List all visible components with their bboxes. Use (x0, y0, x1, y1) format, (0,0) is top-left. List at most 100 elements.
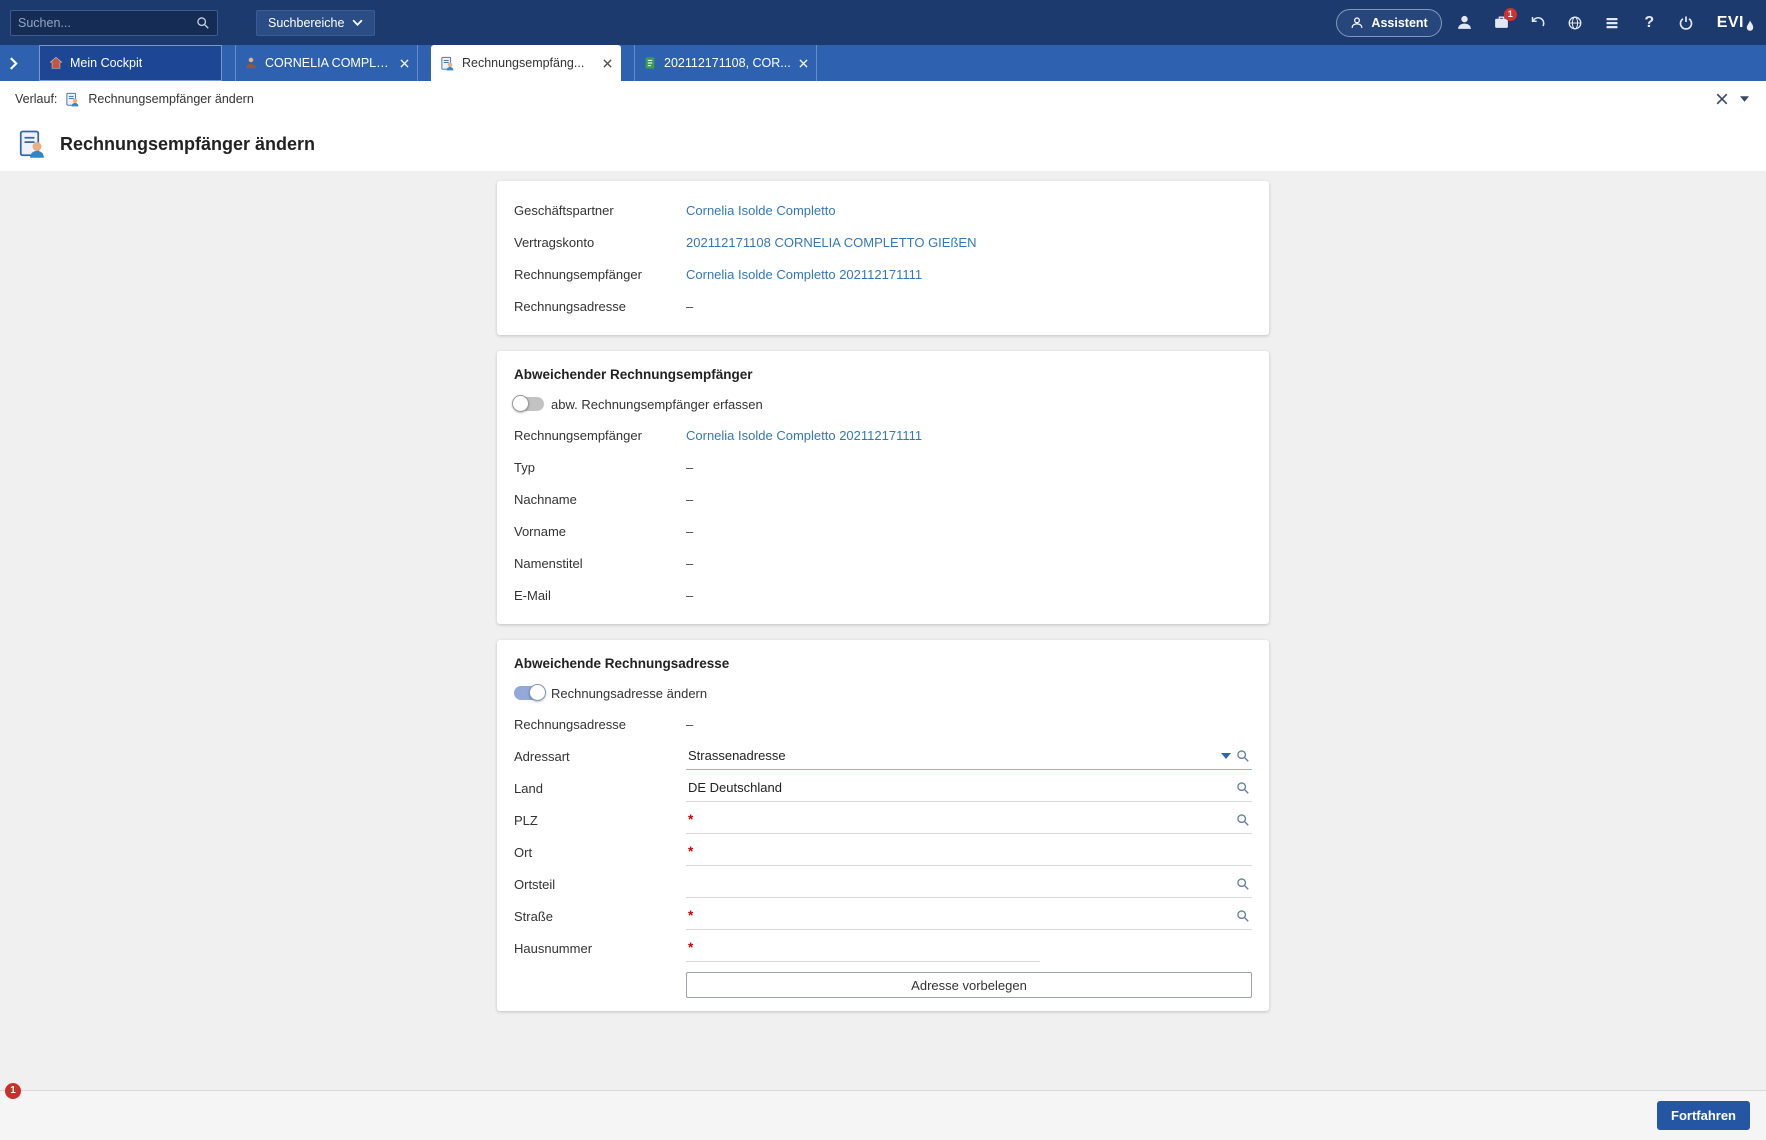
ort-field[interactable]: * (686, 839, 1252, 866)
close-tab-icon[interactable] (799, 59, 808, 68)
topbar: Suchbereiche Assistent 1 ? EVI (0, 0, 1766, 45)
business-partner-link[interactable]: Cornelia Isolde Completto (686, 203, 836, 218)
adresse-vorbelegen-button[interactable]: Adresse vorbelegen (686, 972, 1252, 998)
form-row: Rechnungsadresse – (514, 708, 1252, 740)
assistant-button[interactable]: Assistent (1336, 9, 1441, 37)
field-label: Ortsteil (514, 877, 686, 892)
notification-badge[interactable]: 1 (5, 1083, 21, 1099)
value-help-icon[interactable] (1236, 813, 1250, 827)
field-value: – (686, 556, 693, 571)
hausnummer-field[interactable]: * (686, 935, 1040, 962)
strasse-input[interactable] (698, 908, 1231, 923)
field-value: – (686, 460, 693, 475)
field-label: PLZ (514, 813, 686, 828)
search-icon[interactable] (196, 16, 210, 30)
field-label: Geschäftspartner (514, 203, 686, 218)
help-glyph: ? (1644, 14, 1654, 32)
value-help-icon[interactable] (1236, 749, 1250, 763)
address-card: Abweichende Rechnungsadresse Rechnungsad… (497, 640, 1269, 1011)
business-partner-icon (244, 56, 258, 70)
form-row: E-Mail – (514, 579, 1252, 611)
page-title: Rechnungsempfänger ändern (60, 134, 315, 155)
form-row: Adressart (514, 740, 1252, 772)
toggle-label: Rechnungsadresse ändern (551, 686, 707, 701)
overview-card: Geschäftspartner Cornelia Isolde Complet… (497, 181, 1269, 335)
plz-input[interactable] (698, 812, 1231, 827)
field-label: Land (514, 781, 686, 796)
ort-input[interactable] (698, 844, 1250, 859)
undo-icon[interactable] (1524, 8, 1553, 38)
required-asterisk: * (688, 941, 693, 955)
tab-label: CORNELIA COMPLET... (265, 56, 393, 70)
toggle-knob (529, 684, 546, 701)
invoice-recipient-link[interactable]: Cornelia Isolde Completto 202112171111 (686, 428, 922, 443)
land-input[interactable] (688, 780, 1231, 795)
brand-text: EVI (1717, 14, 1744, 32)
help-icon[interactable]: ? (1635, 8, 1664, 38)
form-row: Geschäftspartner Cornelia Isolde Complet… (514, 194, 1252, 226)
chevron-down-icon[interactable] (1738, 94, 1751, 104)
contract-account-icon (643, 56, 657, 70)
tab-label: 202112171108, COR... (664, 56, 791, 70)
search-areas-button[interactable]: Suchbereiche (256, 10, 375, 36)
invoice-recipient-link[interactable]: Cornelia Isolde Completto 202112171111 (686, 267, 922, 282)
toggle-knob (512, 395, 529, 412)
field-label: Straße (514, 909, 686, 924)
value-help-icon[interactable] (1236, 877, 1250, 891)
recipient-card: Abweichender Rechnungsempfänger abw. Rec… (497, 351, 1269, 624)
required-asterisk: * (688, 845, 693, 859)
form-row: Adresse vorbelegen (514, 964, 1252, 998)
adressart-field[interactable] (686, 743, 1252, 770)
card-heading: Abweichende Rechnungsadresse (514, 653, 1252, 678)
tab-vertragskonto[interactable]: 202112171108, COR... (634, 45, 817, 81)
close-tab-icon[interactable] (400, 59, 409, 68)
form-row: Vorname – (514, 515, 1252, 547)
fortfahren-button[interactable]: Fortfahren (1657, 1101, 1750, 1130)
expand-tabs-chevron-icon[interactable] (0, 45, 26, 81)
toggle-abw-rechnungsempfaenger[interactable] (514, 397, 544, 411)
value-help-icon[interactable] (1236, 781, 1250, 795)
ortsteil-field[interactable] (686, 871, 1252, 898)
global-search-box[interactable] (10, 10, 218, 36)
invoice-recipient-icon (65, 92, 80, 107)
dropdown-arrow-icon[interactable] (1221, 753, 1231, 759)
toggle-row: abw. Rechnungsempfänger erfassen (514, 389, 1252, 419)
hausnummer-input[interactable] (698, 940, 1038, 955)
toggle-row: Rechnungsadresse ändern (514, 678, 1252, 708)
form-row: Ortsteil (514, 868, 1252, 900)
form-row: Ort * (514, 836, 1252, 868)
card-heading: Abweichender Rechnungsempfänger (514, 364, 1252, 389)
form-row: Typ – (514, 451, 1252, 483)
list-icon[interactable] (1598, 8, 1627, 38)
briefcase-icon[interactable]: 1 (1487, 8, 1516, 38)
tab-mein-cockpit[interactable]: Mein Cockpit (39, 45, 222, 81)
plz-field[interactable]: * (686, 807, 1252, 834)
field-label: Nachname (514, 492, 686, 507)
ortsteil-input[interactable] (688, 876, 1231, 891)
tab-bar: Mein Cockpit CORNELIA COMPLET... Rechnun… (0, 45, 1766, 81)
close-tab-icon[interactable] (603, 59, 612, 68)
toggle-rechnungsadresse-aendern[interactable] (514, 686, 544, 700)
power-icon[interactable] (1672, 8, 1701, 38)
user-icon[interactable] (1450, 8, 1479, 38)
land-field[interactable] (686, 775, 1252, 802)
adressart-input[interactable] (688, 748, 1216, 763)
search-input[interactable] (18, 16, 196, 30)
briefcase-badge: 1 (1504, 8, 1517, 21)
tab-rechnungsempfaenger[interactable]: Rechnungsempfäng... (431, 45, 621, 81)
search-areas-label: Suchbereiche (268, 16, 344, 30)
field-label: Vertragskonto (514, 235, 686, 250)
field-value: – (686, 588, 693, 603)
page-header: Rechnungsempfänger ändern (0, 117, 1766, 171)
globe-icon[interactable] (1561, 8, 1590, 38)
contract-account-link[interactable]: 202112171108 CORNELIA COMPLETTO GIEßEN (686, 235, 976, 250)
value-help-icon[interactable] (1236, 909, 1250, 923)
toggle-label: abw. Rechnungsempfänger erfassen (551, 397, 763, 412)
field-value: – (686, 717, 693, 732)
strasse-field[interactable]: * (686, 903, 1252, 930)
form-row: Straße * (514, 900, 1252, 932)
field-label: Hausnummer (514, 941, 686, 956)
history-item[interactable]: Rechnungsempfänger ändern (88, 92, 253, 106)
close-icon[interactable] (1714, 91, 1730, 107)
tab-cornelia-completto[interactable]: CORNELIA COMPLET... (235, 45, 418, 81)
